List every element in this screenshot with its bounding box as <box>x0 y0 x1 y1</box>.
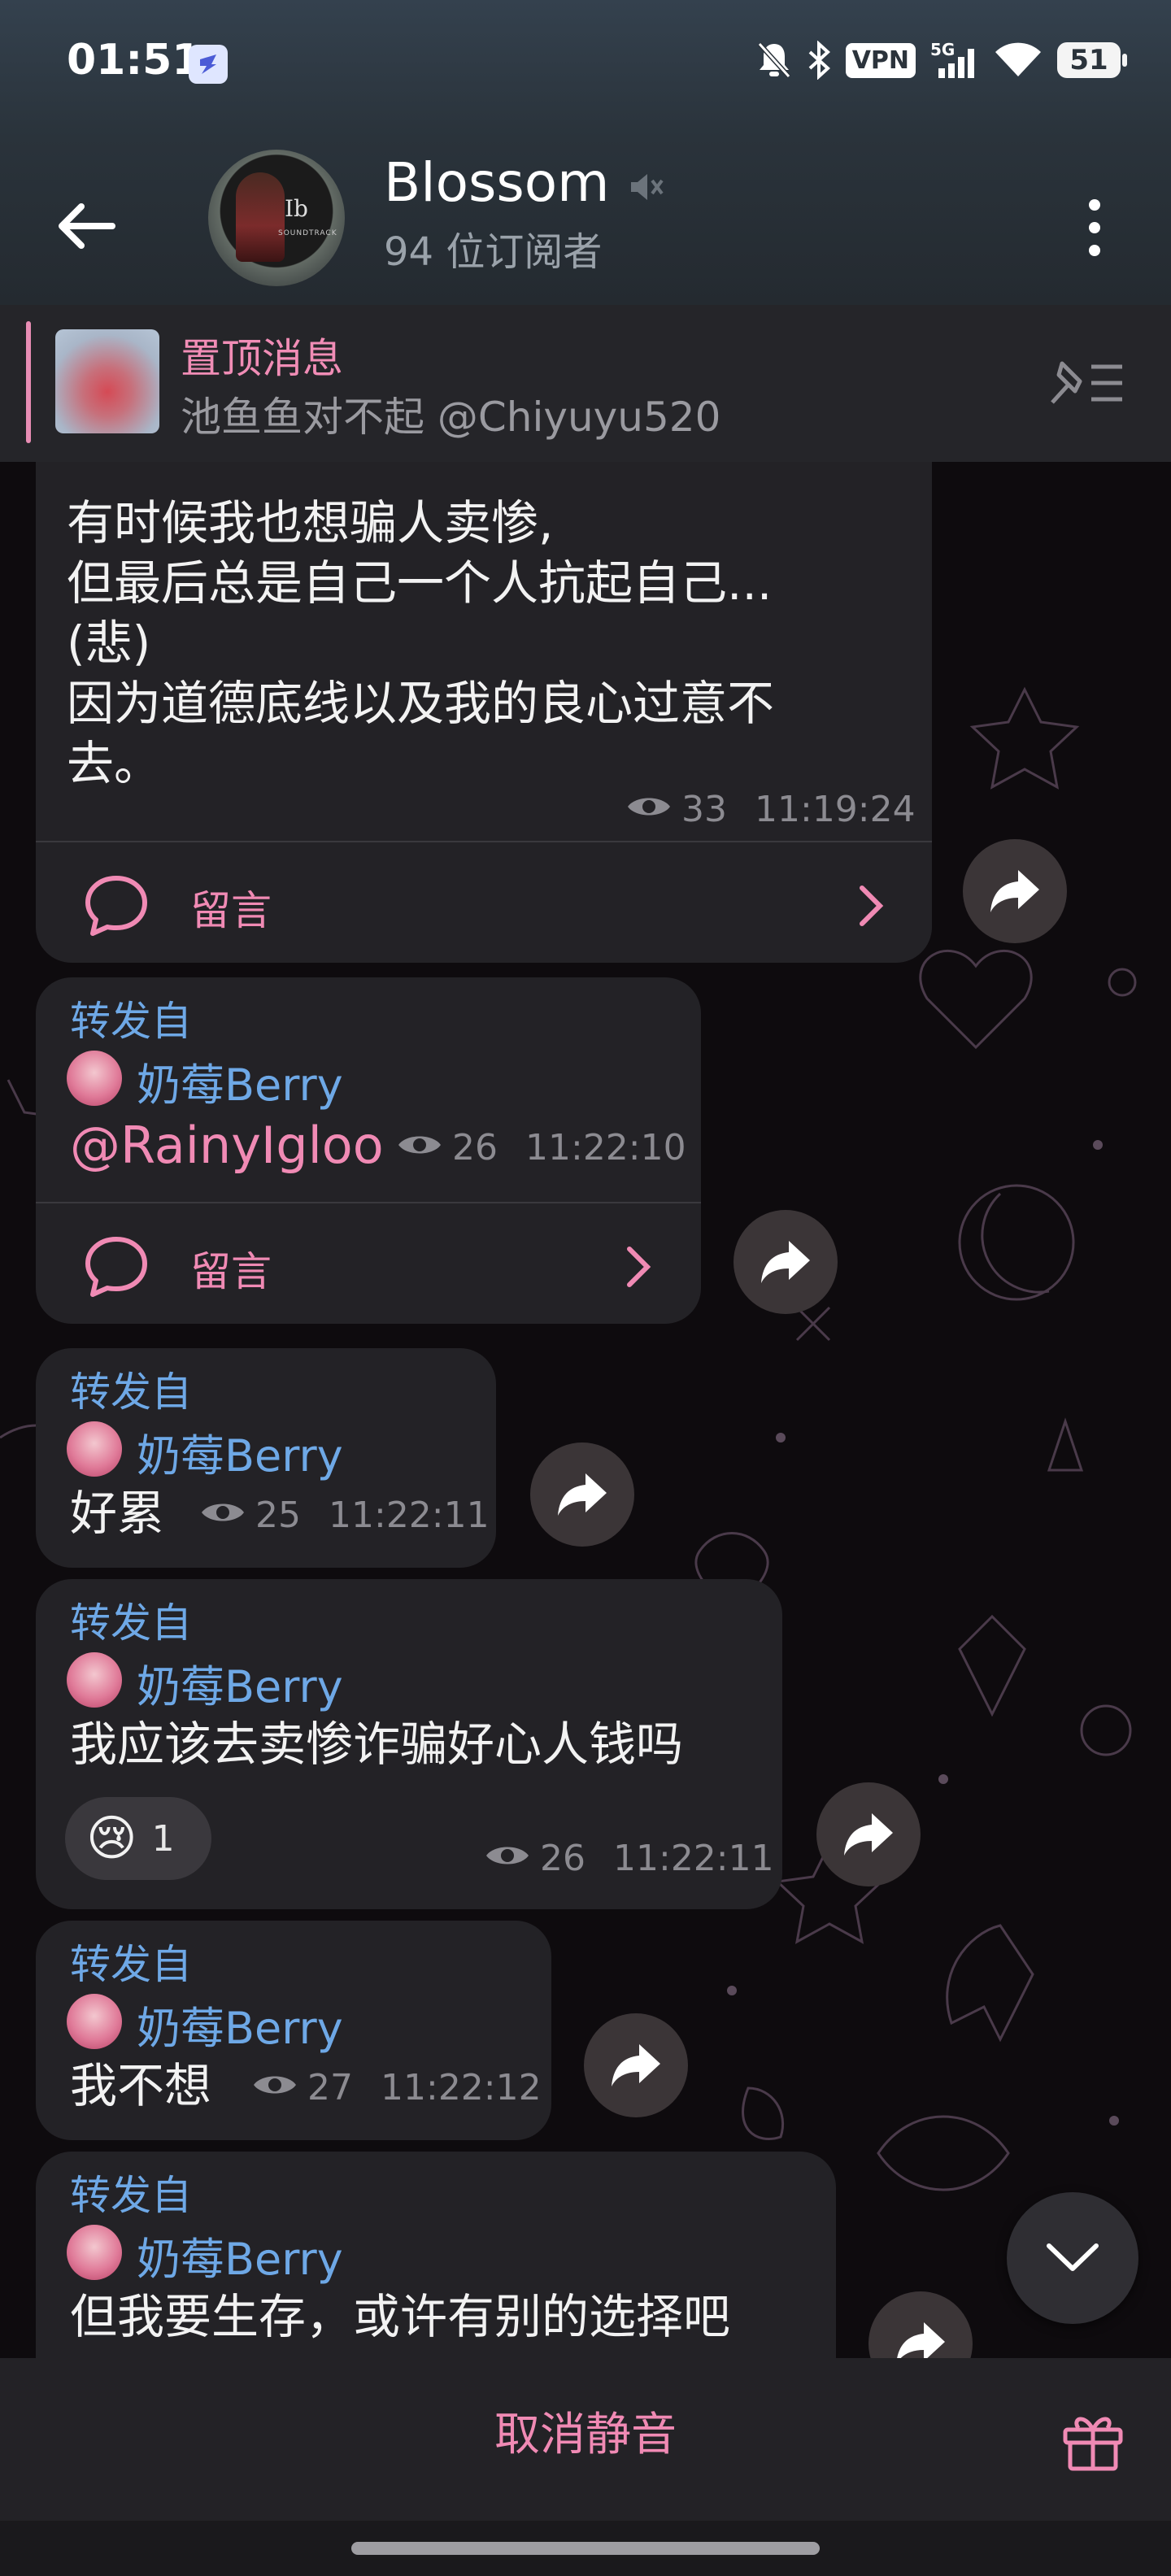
vpn-badge: VPN <box>845 42 916 78</box>
author-name[interactable]: 奶莓Berry <box>137 1420 343 1484</box>
message-bubble[interactable]: 转发自 奶莓Berry 我不想 27 11:22:12 <box>36 1921 551 2140</box>
message-list[interactable]: 有时候我也想骗人卖惨, 但最后总是自己一个人抗起自己... (悲) 因为道德底线… <box>0 462 1171 2358</box>
message-bubble[interactable]: 转发自 奶莓Berry 好累 25 11:22:11 <box>36 1348 496 1568</box>
author-name[interactable]: 奶莓Berry <box>137 2223 343 2287</box>
more-options-button[interactable] <box>1070 187 1119 268</box>
message-bubble[interactable]: 转发自 奶莓Berry 但我要生存，或许有别的选择吧 <box>36 2152 836 2358</box>
reaction-emoji: 😢 <box>86 1810 137 1867</box>
chevron-right-icon <box>860 886 884 926</box>
author-name[interactable]: 奶莓Berry <box>137 1049 343 1113</box>
message-text[interactable]: @RainyIgloo <box>70 1116 384 1176</box>
pinned-thumbnail <box>55 329 159 433</box>
message-meta: 26 11:22:11 <box>485 1838 774 1879</box>
unmute-button[interactable]: 取消静音 <box>0 2358 1171 2513</box>
battery-indicator: 51 <box>1057 42 1127 78</box>
eye-icon <box>397 1127 442 1168</box>
svg-text:5G: 5G <box>930 41 955 59</box>
forwarded-label: 转发自 <box>70 1599 192 1647</box>
message-text: 好累 <box>70 1486 165 1541</box>
message-bubble[interactable]: 转发自 奶莓Berry @RainyIgloo 26 11:22:10 留言 <box>36 977 701 1324</box>
mute-icon <box>628 169 664 208</box>
message-text: 我应该去卖惨诈骗好心人钱吗 <box>70 1717 684 1772</box>
back-arrow-icon <box>59 203 115 249</box>
author-avatar <box>67 1051 122 1106</box>
reaction-chip[interactable]: 😢 1 <box>65 1797 211 1880</box>
scroll-to-bottom-button[interactable] <box>1007 2192 1138 2324</box>
status-icons: VPN 5G 51 <box>756 41 1127 80</box>
top-bar: 01:51 VPN 5G 51 Ib SOUNDTRACK Blossom 94… <box>0 0 1171 305</box>
author-avatar <box>67 2225 122 2280</box>
message-meta: 25 11:22:11 <box>200 1495 490 1536</box>
eye-icon <box>200 1495 246 1536</box>
comment-button[interactable]: 留言 <box>36 841 932 964</box>
author-avatar <box>67 1652 122 1708</box>
chat-header: Ib SOUNDTRACK Blossom 94 位订阅者 <box>0 130 1171 305</box>
scroll-down-icon <box>1047 2243 1099 2271</box>
share-icon <box>897 2322 945 2358</box>
bluetooth-icon <box>807 41 831 80</box>
share-icon <box>761 1241 810 1283</box>
subscriber-count: 94 位订阅者 <box>384 229 603 275</box>
share-button[interactable] <box>584 2013 688 2117</box>
bell-off-icon <box>756 41 792 80</box>
home-indicator[interactable] <box>351 2542 820 2555</box>
message-text: 有时候我也想骗人卖惨, 但最后总是自己一个人抗起自己... (悲) 因为道德底线… <box>67 495 775 791</box>
eye-icon <box>626 789 672 830</box>
share-button[interactable] <box>963 839 1067 943</box>
eye-icon <box>485 1838 530 1879</box>
share-button[interactable] <box>734 1210 838 1314</box>
message-meta: 26 11:22:10 <box>397 1127 686 1168</box>
forwarded-label: 转发自 <box>70 2172 192 2219</box>
more-vert-icon <box>1089 199 1100 256</box>
share-icon <box>558 1473 607 1516</box>
share-button[interactable] <box>816 1782 921 1886</box>
author-avatar <box>67 1421 122 1477</box>
pinned-text: 池鱼鱼对不起 @Chiyuyu520 <box>181 394 721 441</box>
comment-icon <box>85 876 147 936</box>
gift-icon <box>1063 2417 1123 2471</box>
pinned-indicator <box>26 321 31 443</box>
message-bubble[interactable]: 有时候我也想骗人卖惨, 但最后总是自己一个人抗起自己... (悲) 因为道德底线… <box>36 462 932 963</box>
forwarded-label: 转发自 <box>70 1368 192 1416</box>
notification-app-icon <box>189 45 228 84</box>
forwarded-label: 转发自 <box>70 1941 192 1988</box>
system-navigation-bar <box>0 2521 1171 2576</box>
wifi-icon <box>994 41 1043 80</box>
pinned-list-button[interactable] <box>1044 349 1125 417</box>
pin-list-icon <box>1051 361 1122 404</box>
channel-title[interactable]: Blossom <box>384 151 609 214</box>
pinned-label: 置顶消息 <box>181 335 343 382</box>
message-meta: 33 11:19:24 <box>626 789 916 830</box>
chevron-right-icon <box>627 1247 651 1287</box>
message-text: 我不想 <box>70 2058 212 2113</box>
comment-icon <box>85 1237 147 1297</box>
gift-button[interactable] <box>1059 2405 1127 2477</box>
status-time: 01:51 <box>67 36 202 85</box>
message-text: 但我要生存，或许有别的选择吧 <box>70 2289 731 2344</box>
author-name[interactable]: 奶莓Berry <box>137 1651 343 1715</box>
author-avatar <box>67 1994 122 2049</box>
share-icon <box>844 1813 893 1856</box>
message-meta: 27 11:22:12 <box>252 2067 542 2108</box>
forwarded-label: 转发自 <box>70 998 192 1045</box>
message-bubble[interactable]: 转发自 奶莓Berry 我应该去卖惨诈骗好心人钱吗 😢 1 26 11:22:1… <box>36 1579 782 1909</box>
channel-avatar[interactable]: Ib SOUNDTRACK <box>208 150 345 286</box>
status-bar: 01:51 VPN 5G 51 <box>0 0 1171 130</box>
comment-button[interactable]: 留言 <box>36 1202 701 1325</box>
author-name[interactable]: 奶莓Berry <box>137 1992 343 2056</box>
share-icon <box>612 2044 660 2086</box>
share-button[interactable] <box>530 1442 634 1547</box>
share-icon <box>990 870 1039 912</box>
bottom-bar: 取消静音 <box>0 2358 1171 2521</box>
back-button[interactable] <box>49 185 130 267</box>
reaction-count: 1 <box>151 1817 175 1860</box>
pinned-message-bar[interactable]: 置顶消息 池鱼鱼对不起 @Chiyuyu520 <box>0 305 1171 462</box>
eye-icon <box>252 2067 298 2108</box>
signal-5g-icon: 5G <box>930 41 979 80</box>
